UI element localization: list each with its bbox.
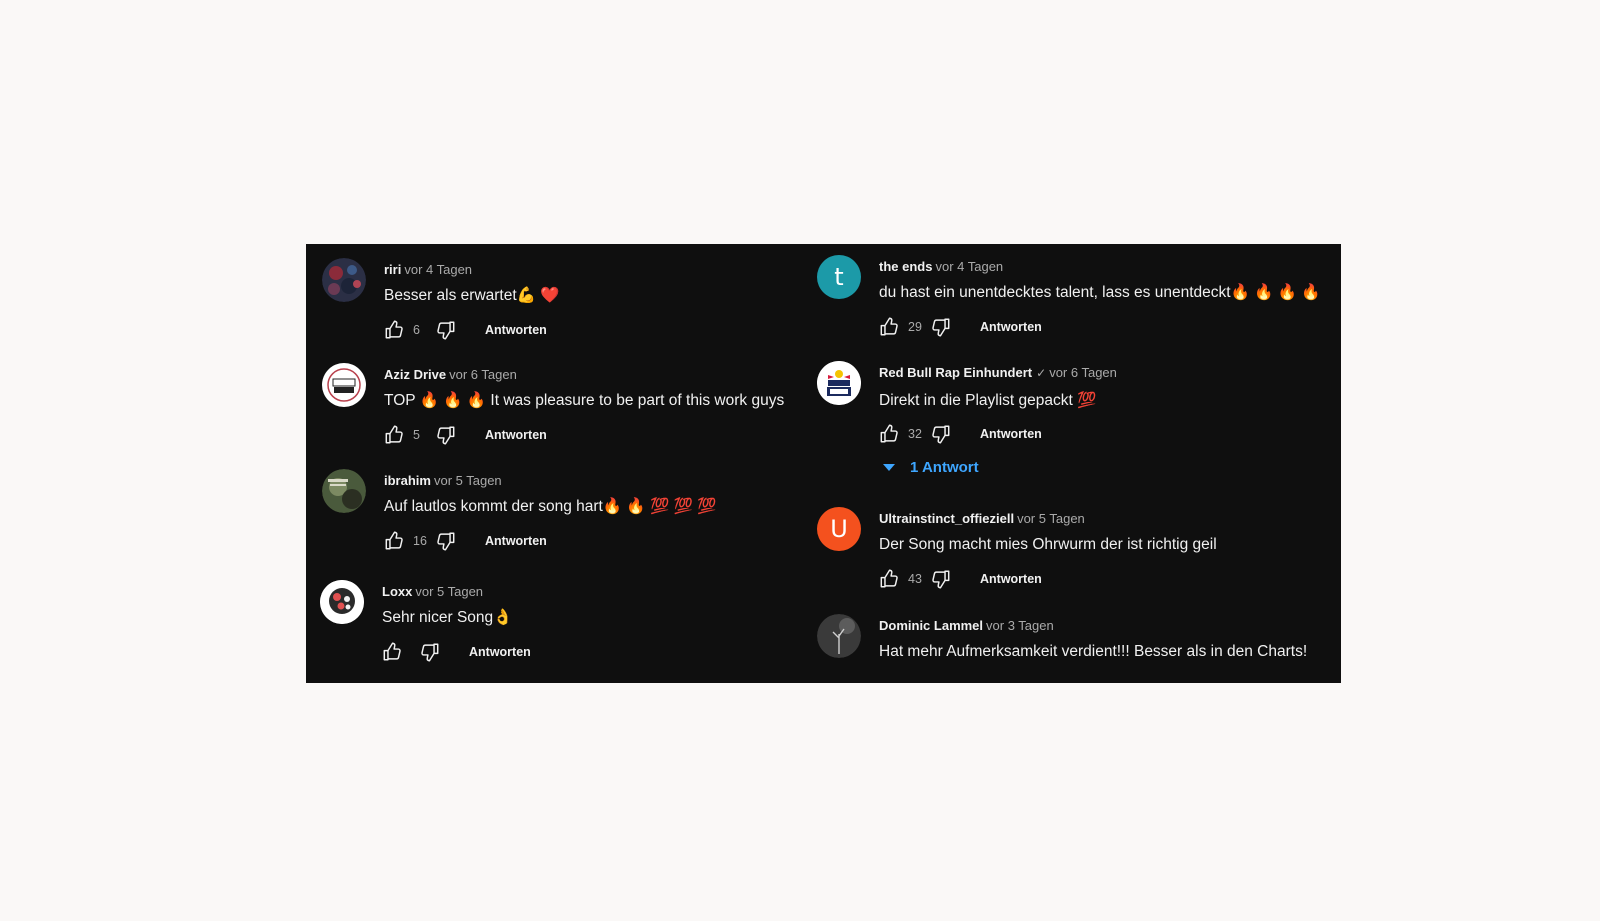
reply-button[interactable]: Antworten — [980, 427, 1042, 441]
avatar[interactable]: U — [817, 507, 861, 551]
comment-item: Aziz Drive vor 6 Tagen TOP 🔥 🔥 🔥 It was p… — [322, 363, 792, 453]
comment-item: riri vor 4 Tagen Besser als erwartet💪 ❤️ … — [322, 258, 782, 348]
replies-count: 1 Antwort — [910, 459, 979, 476]
reply-button[interactable]: Antworten — [485, 534, 547, 548]
reply-button[interactable]: Antworten — [980, 572, 1042, 586]
like-icon[interactable] — [878, 422, 902, 446]
comment-text: Der Song macht mies Ohrwurm der ist rich… — [879, 536, 1217, 553]
reply-button[interactable]: Antworten — [485, 323, 547, 337]
reply-button[interactable]: Antworten — [469, 645, 531, 659]
comment-actions: 6 Antworten — [383, 318, 547, 342]
like-icon[interactable] — [383, 423, 407, 447]
comment-actions: 16 Antworten — [383, 529, 547, 553]
timestamp[interactable]: vor 5 Tagen — [415, 584, 483, 599]
comment-actions: 29 Antworten — [878, 315, 1042, 339]
dislike-icon[interactable] — [417, 640, 441, 664]
dislike-icon[interactable] — [928, 567, 952, 591]
like-count: 16 — [413, 534, 427, 548]
dislike-icon[interactable] — [928, 315, 952, 339]
timestamp[interactable]: vor 4 Tagen — [935, 259, 1003, 274]
timestamp[interactable]: vor 5 Tagen — [434, 473, 502, 488]
timestamp[interactable]: vor 6 Tagen — [1049, 365, 1117, 380]
avatar[interactable] — [817, 614, 861, 658]
timestamp[interactable]: vor 4 Tagen — [404, 262, 472, 277]
comment-text: Direkt in die Playlist gepackt 💯 — [879, 392, 1097, 409]
like-icon[interactable] — [878, 567, 902, 591]
author-name[interactable]: the ends — [879, 259, 932, 274]
like-icon[interactable] — [383, 318, 407, 342]
avatar[interactable] — [322, 469, 366, 513]
like-icon[interactable] — [383, 529, 407, 553]
dislike-icon[interactable] — [433, 529, 457, 553]
comment-text: Besser als erwartet💪 ❤️ — [384, 287, 560, 304]
dislike-icon[interactable] — [928, 422, 952, 446]
like-count: 29 — [908, 320, 922, 334]
avatar[interactable]: t — [817, 255, 861, 299]
comment-actions: Antworten — [381, 640, 531, 664]
comment-item: Loxx vor 5 Tagen Sehr nicer Song👌 Antwort… — [320, 580, 780, 670]
comment-item: ibrahim vor 5 Tagen Auf lautlos kommt der… — [322, 469, 782, 559]
comment-text: du hast ein unentdecktes talent, lass es… — [879, 284, 1321, 301]
comment-text: Sehr nicer Song👌 — [382, 609, 513, 626]
author-name[interactable]: Dominic Lammel — [879, 618, 983, 633]
avatar[interactable] — [817, 361, 861, 405]
comment-item: Dominic Lammel vor 3 Tagen Hat mehr Aufme… — [817, 614, 1327, 674]
dislike-icon[interactable] — [433, 318, 457, 342]
like-count: 43 — [908, 572, 922, 586]
comment-item: U Ultrainstinct_offieziell vor 5 Tagen De… — [817, 507, 1327, 597]
comment-actions: 5 Antworten — [383, 423, 547, 447]
comment-actions: 43 Antworten — [878, 567, 1042, 591]
reply-button[interactable]: Antworten — [485, 428, 547, 442]
comment-text: Auf lautlos kommt der song hart🔥 🔥 💯 💯 💯 — [384, 498, 717, 515]
avatar[interactable] — [322, 258, 366, 302]
author-name[interactable]: Loxx — [382, 584, 412, 599]
comments-panel: riri vor 4 Tagen Besser als erwartet💪 ❤️ … — [306, 244, 1341, 683]
verified-check-icon: ✓ — [1036, 366, 1047, 380]
comment-actions: 32 Antworten — [878, 422, 1042, 446]
author-name[interactable]: Ultrainstinct_offieziell — [879, 511, 1014, 526]
timestamp[interactable]: vor 6 Tagen — [449, 367, 517, 382]
avatar[interactable] — [320, 580, 364, 624]
like-icon[interactable] — [878, 315, 902, 339]
author-name[interactable]: ibrahim — [384, 473, 431, 488]
reply-button[interactable]: Antworten — [980, 320, 1042, 334]
comment-text: Hat mehr Aufmerksamkeit verdient!!! Bess… — [879, 643, 1308, 660]
dislike-icon[interactable] — [433, 423, 457, 447]
comment-item: Red Bull Rap Einhundert ✓ vor 6 Tagen Dire… — [817, 361, 1327, 491]
author-name[interactable]: riri — [384, 262, 401, 277]
show-replies-button[interactable]: 1 Antwort — [883, 459, 979, 476]
like-count: 5 — [413, 428, 420, 442]
like-icon[interactable] — [381, 640, 405, 664]
like-count: 6 — [413, 323, 420, 337]
comment-item: t the ends vor 4 Tagen du hast ein unentd… — [817, 255, 1327, 345]
timestamp[interactable]: vor 5 Tagen — [1017, 511, 1085, 526]
author-name[interactable]: Aziz Drive — [384, 367, 446, 382]
expand-triangle-icon — [883, 464, 895, 471]
avatar[interactable] — [322, 363, 366, 407]
author-name[interactable]: Red Bull Rap Einhundert — [879, 365, 1032, 380]
like-count: 32 — [908, 427, 922, 441]
timestamp[interactable]: vor 3 Tagen — [986, 618, 1054, 633]
comment-text: TOP 🔥 🔥 🔥 It was pleasure to be part of … — [384, 392, 785, 409]
